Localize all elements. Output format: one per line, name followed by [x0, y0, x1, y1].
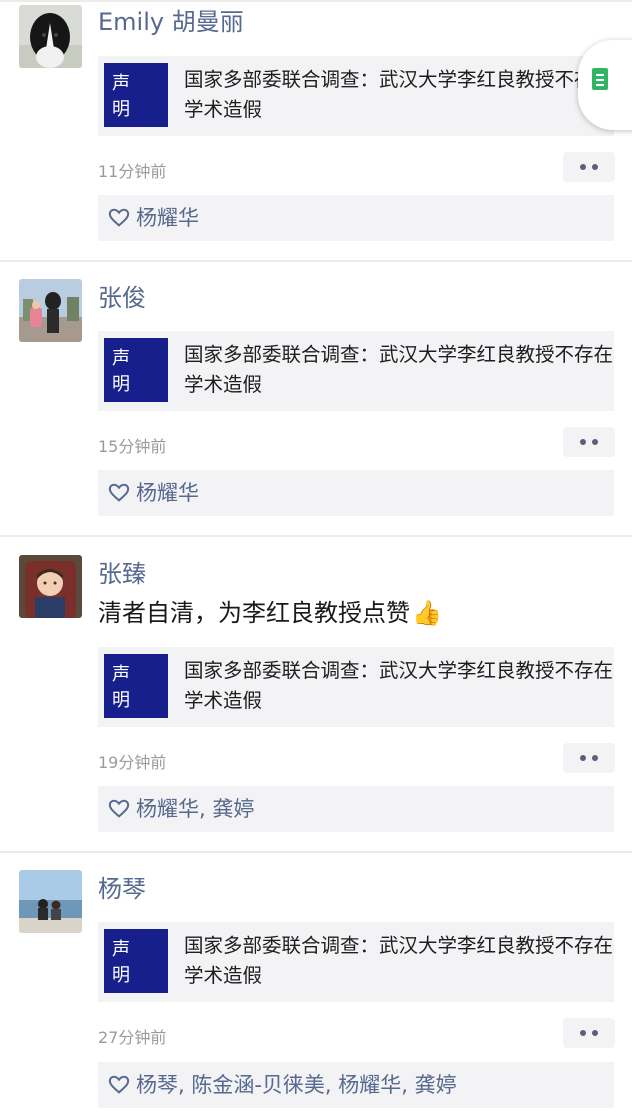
shared-article-card[interactable]: 声 明 国家多部委联合调查：武汉大学李红良教授不存在学术造假: [98, 56, 614, 136]
post-text: 清者自清，为李红良教授点赞: [98, 599, 410, 627]
article-logo: 声 明: [104, 654, 168, 718]
heart-outline-icon: [108, 1075, 130, 1094]
likes-bar: 杨耀华: [98, 470, 614, 516]
divider: [0, 535, 632, 537]
post-time: 15分钟前: [98, 437, 167, 456]
more-button[interactable]: [563, 427, 615, 457]
more-button[interactable]: [563, 152, 615, 182]
more-button[interactable]: [563, 743, 615, 773]
heart-outline-icon: [108, 208, 130, 227]
floating-doc-button[interactable]: [578, 40, 632, 130]
post-time: 11分钟前: [98, 162, 167, 181]
more-dots-icon: [580, 1030, 586, 1036]
post-author[interactable]: 杨琴: [98, 875, 146, 903]
more-dots-icon: [580, 164, 586, 170]
more-dots-icon: [580, 755, 586, 761]
article-title: 国家多部委联合调查：武汉大学李红良教授不存在学术造假: [184, 343, 614, 396]
likes-names[interactable]: 杨琴, 陈金涵-贝徕美, 杨耀华, 龚婷: [136, 1071, 457, 1099]
heart-outline-icon: [108, 483, 130, 502]
post-author[interactable]: 张俊: [98, 284, 146, 312]
post-author[interactable]: 张臻: [98, 560, 146, 588]
more-button[interactable]: [563, 1018, 615, 1048]
article-title: 国家多部委联合调查：武汉大学李红良教授不存在学术造假: [184, 934, 614, 987]
avatar[interactable]: [19, 5, 82, 68]
document-icon: [592, 68, 608, 90]
shared-article-card[interactable]: 声 明 国家多部委联合调查：武汉大学李红良教授不存在学术造假: [98, 922, 614, 1002]
likes-names[interactable]: 杨耀华: [136, 479, 199, 507]
article-logo: 声 明: [104, 929, 168, 993]
likes-bar: 杨耀华, 龚婷: [98, 786, 614, 832]
likes-bar: 杨耀华: [98, 195, 614, 241]
divider: [0, 0, 632, 2]
heart-outline-icon: [108, 799, 130, 818]
more-dots-icon: [580, 439, 586, 445]
post-author[interactable]: Emily 胡曼丽: [98, 8, 244, 36]
article-logo: 声 明: [104, 338, 168, 402]
post-text-row: 清者自清，为李红良教授点赞👍: [98, 599, 442, 627]
likes-names[interactable]: 杨耀华: [136, 204, 199, 232]
post-time: 19分钟前: [98, 753, 167, 772]
post-time: 27分钟前: [98, 1028, 167, 1047]
divider: [0, 851, 632, 853]
likes-names[interactable]: 杨耀华, 龚婷: [136, 795, 254, 823]
shared-article-card[interactable]: 声 明 国家多部委联合调查：武汉大学李红良教授不存在学术造假: [98, 647, 614, 727]
article-logo: 声 明: [104, 63, 168, 127]
shared-article-card[interactable]: 声 明 国家多部委联合调查：武汉大学李红良教授不存在学术造假: [98, 331, 614, 411]
avatar[interactable]: [19, 870, 82, 933]
article-title: 国家多部委联合调查：武汉大学李红良教授不存在学术造假: [184, 659, 614, 712]
likes-bar: 杨琴, 陈金涵-贝徕美, 杨耀华, 龚婷: [98, 1062, 614, 1108]
avatar[interactable]: [19, 555, 82, 618]
article-title: 国家多部委联合调查：武汉大学李红良教授不存在学术造假: [184, 68, 614, 121]
avatar[interactable]: [19, 279, 82, 342]
thumbs-up-icon: 👍: [412, 599, 442, 627]
divider: [0, 260, 632, 262]
